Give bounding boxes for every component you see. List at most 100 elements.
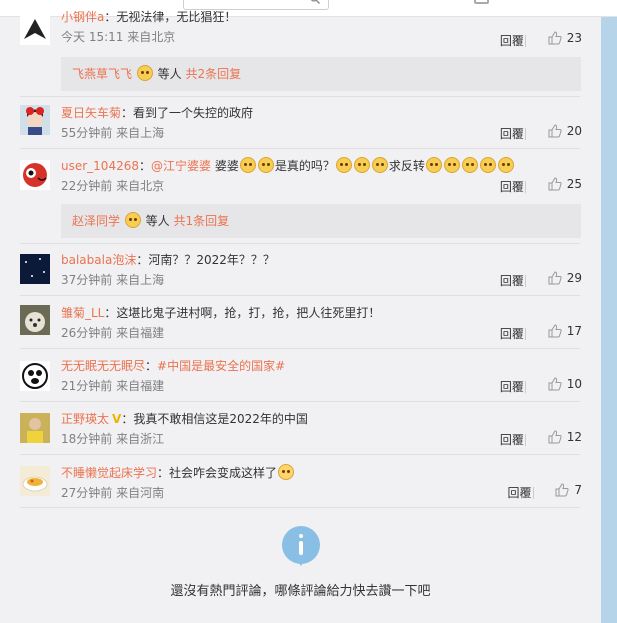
emoji-icon: [335, 157, 352, 173]
anime-girl-avatar: [20, 105, 50, 135]
comment-text: balabala泡沫：河南？？2022年？？？: [61, 252, 581, 268]
reply-button[interactable]: 回覆: [508, 484, 532, 501]
sub-reply-more-link[interactable]: 共2条回复: [185, 67, 241, 81]
comment-username[interactable]: user_104268: [61, 159, 139, 173]
divider: [20, 401, 580, 402]
comment-actions: 回覆 29: [500, 271, 582, 289]
comment-meta: 27分钟前 来自河南: [61, 486, 165, 500]
hashtag-link[interactable]: #中国是最安全的国家#: [157, 359, 285, 373]
sub-reply-username[interactable]: 赵泽同学: [72, 214, 120, 228]
action-separator: [525, 275, 526, 287]
info-icon: [282, 526, 320, 564]
like-button[interactable]: 29: [548, 271, 582, 285]
comment-item: 小钢伴a：无视法律，无比猖狂！ 今天 15:11 来自北京 回覆 23: [20, 9, 582, 49]
comment-username[interactable]: 雏菊_LL: [61, 306, 104, 320]
like-button[interactable]: 23: [548, 31, 582, 45]
avatar[interactable]: [20, 413, 50, 443]
reply-button[interactable]: 回覆: [500, 178, 524, 195]
divider: [20, 148, 580, 149]
reply-button[interactable]: 回覆: [500, 272, 524, 289]
info-icon-tail: [297, 560, 305, 566]
comment-item: user_104268：@江宁婆婆 婆婆 是真的吗？ 求反转 22分钟前 来自北京 …: [20, 157, 582, 195]
comment-username[interactable]: 无无眠无无眠尽: [61, 359, 145, 373]
like-button[interactable]: 17: [548, 324, 582, 338]
comment-content: 是真的吗？: [274, 159, 335, 173]
comment-item: 无无眠无无眠尽：#中国是最安全的国家# 21分钟前 来自福建 回覆 10: [20, 358, 582, 395]
mention-link[interactable]: @江宁婆婆: [151, 159, 211, 173]
thumbs-up-icon: [548, 324, 562, 338]
comment-actions: 回覆 23: [500, 31, 582, 49]
comment-content: 婆婆: [211, 159, 239, 173]
reply-button[interactable]: 回覆: [500, 378, 524, 395]
reply-button[interactable]: 回覆: [500, 431, 524, 448]
red-cartoon-avatar: [20, 160, 50, 190]
sub-reply-username[interactable]: 飞燕草飞飞: [72, 67, 132, 81]
comment-actions: 回覆 10: [500, 377, 582, 395]
like-button[interactable]: 20: [548, 124, 582, 138]
like-count: 25: [566, 177, 582, 191]
comment-item: 夏日矢车菊：看到了一个失控的政府 55分钟前 来自上海 回覆 20: [20, 105, 582, 142]
action-separator: [525, 434, 526, 446]
like-count: 23: [566, 31, 582, 45]
comment-text: 正野瑛太 V：我真不敢相信这是2022年的中国: [61, 411, 581, 427]
comment-content: ：我真不敢相信这是2022年的中国: [121, 412, 308, 426]
message-icon[interactable]: [474, 0, 489, 4]
thumbs-up-icon: [548, 31, 562, 45]
like-button[interactable]: 7: [555, 483, 582, 497]
emoji-icon: [371, 157, 388, 173]
avatar[interactable]: [20, 160, 50, 190]
avatar[interactable]: [20, 254, 50, 284]
divider: [20, 348, 580, 349]
like-button[interactable]: 12: [548, 430, 582, 444]
sub-reply-summary[interactable]: 赵泽同学 等人 共1条回复: [61, 204, 581, 238]
comment-username[interactable]: 小钢伴a: [61, 10, 104, 24]
thumbs-up-icon: [548, 271, 562, 285]
emoji-icon: [136, 65, 153, 81]
reply-button[interactable]: 回覆: [500, 32, 524, 49]
comment-content: 求反转: [388, 159, 425, 173]
like-count: 20: [566, 124, 582, 138]
crying-emoji-icon: [278, 464, 295, 480]
like-count: 10: [566, 377, 582, 391]
action-separator: [525, 35, 526, 47]
emoji-icon: [443, 157, 460, 173]
person-yellow-avatar: [20, 413, 50, 443]
reply-button[interactable]: 回覆: [500, 125, 524, 142]
avatar[interactable]: [20, 305, 50, 335]
divider: [20, 96, 580, 97]
like-count: 12: [566, 430, 582, 444]
comment-username[interactable]: 正野瑛太: [61, 412, 109, 426]
comment-actions: 回覆 12: [500, 430, 582, 448]
divider: [20, 243, 580, 244]
avatar[interactable]: [20, 15, 50, 45]
reply-button[interactable]: 回覆: [500, 325, 524, 342]
like-button[interactable]: 25: [548, 177, 582, 191]
comment-item: 正野瑛太 V：我真不敢相信这是2022年的中国 18分钟前 来自浙江 回覆 12: [20, 411, 582, 448]
thumbs-up-icon: [548, 377, 562, 391]
comment-item: 雏菊_LL：这堪比鬼子进村啊，抢，打，抢，把人往死里打！ 26分钟前 来自福建 …: [20, 305, 582, 342]
comment-username[interactable]: 夏日矢车菊: [61, 106, 121, 120]
emoji-icon: [353, 157, 370, 173]
avatar[interactable]: [20, 105, 50, 135]
night-sky-avatar: [20, 254, 50, 284]
sub-reply-more-link[interactable]: 共1条回复: [173, 214, 229, 228]
like-button[interactable]: 10: [548, 377, 582, 391]
thumbs-up-icon: [548, 124, 562, 138]
sub-reply-summary[interactable]: 飞燕草飞飞 等人 共2条回复: [61, 57, 581, 91]
comment-username[interactable]: 不睡懒觉起床学习: [61, 466, 157, 480]
comment-actions: 回覆 17: [500, 324, 582, 342]
sub-reply-middle: 等人: [153, 67, 186, 81]
black-triangle-logo-avatar: [20, 15, 50, 45]
comment-text: 雏菊_LL：这堪比鬼子进村啊，抢，打，抢，把人往死里打！: [61, 305, 581, 321]
comment-content: ：无视法律，无比猖狂！: [104, 10, 237, 24]
verified-badge-icon: V: [112, 412, 122, 426]
comment-text: 不睡懒觉起床学习：社会咋会变成这样了: [61, 464, 581, 481]
emoji-icon: [257, 157, 274, 173]
avatar[interactable]: [20, 361, 50, 391]
search-icon[interactable]: [310, 0, 320, 4]
action-separator: [525, 128, 526, 140]
empty-hot-comments-message: 還沒有熱門評論，哪條評論給力快去讚一下吧: [170, 584, 431, 599]
cartoon-face-avatar: [20, 361, 50, 391]
comment-username[interactable]: balabala泡沫: [61, 253, 136, 267]
avatar[interactable]: [20, 466, 50, 496]
